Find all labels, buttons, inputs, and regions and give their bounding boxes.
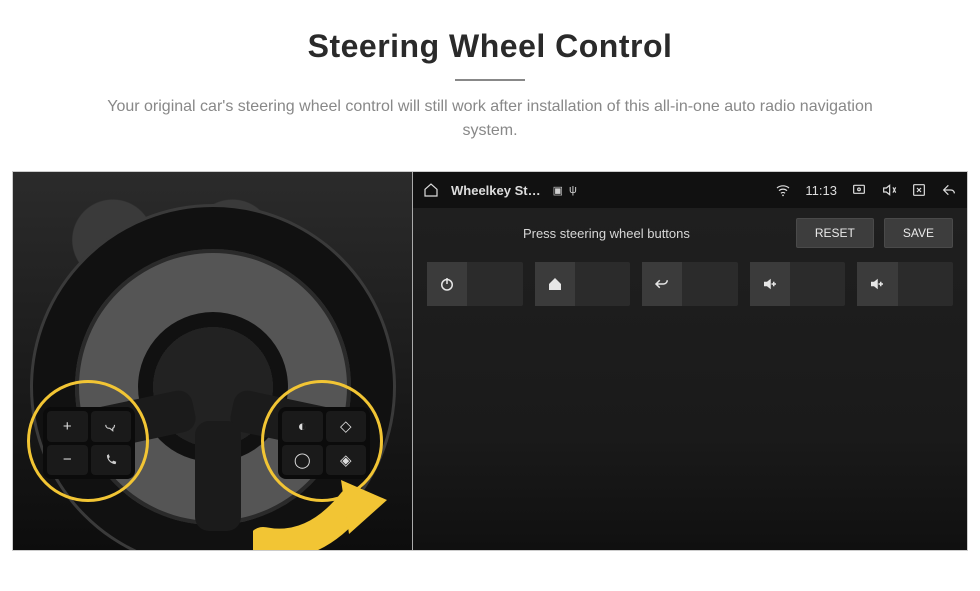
volume-up-icon (750, 262, 790, 306)
content-area: + − ◐ ◇ ◯ ◈ Whee (12, 171, 968, 551)
status-time: 11:13 (805, 183, 837, 198)
assignment-slots (413, 260, 967, 308)
title-separator (455, 79, 525, 81)
slot-volup-2[interactable] (857, 262, 953, 306)
home-slot-icon (535, 262, 575, 306)
slot-home-value (575, 262, 630, 306)
status-bar: Wheelkey St… ▣ ψ 11:13 (413, 172, 967, 208)
close-app-icon[interactable] (911, 182, 927, 198)
wifi-icon (775, 182, 791, 198)
save-button[interactable]: SAVE (884, 218, 953, 248)
page-subtitle: Your original car's steering wheel contr… (100, 95, 880, 143)
slot-return[interactable] (642, 262, 738, 306)
power-icon (427, 262, 467, 306)
home-icon[interactable] (423, 182, 439, 198)
usb-indicator-icon: ψ (569, 184, 577, 197)
image-indicator-icon: ▣ (553, 184, 563, 197)
slot-volup-1-value (790, 262, 845, 306)
steering-wheel-photo: + − ◐ ◇ ◯ ◈ (13, 172, 413, 550)
reset-button[interactable]: RESET (796, 218, 874, 248)
page-title: Steering Wheel Control (20, 28, 960, 65)
volume-up-icon (857, 262, 897, 306)
slot-return-value (682, 262, 737, 306)
slot-home[interactable] (535, 262, 631, 306)
screenshot-icon[interactable] (851, 182, 867, 198)
highlight-ring-left (27, 380, 149, 502)
back-icon[interactable] (941, 182, 957, 198)
slot-power-value (467, 262, 522, 306)
slot-volup-2-value (898, 262, 953, 306)
arrow-icon (253, 472, 393, 550)
slot-power[interactable] (427, 262, 523, 306)
slot-volup-1[interactable] (750, 262, 846, 306)
mute-icon[interactable] (881, 182, 897, 198)
device-screen: Wheelkey St… ▣ ψ 11:13 (413, 172, 967, 550)
app-title: Wheelkey St… (451, 183, 541, 198)
instruction-text: Press steering wheel buttons (427, 226, 786, 241)
return-icon (642, 262, 682, 306)
